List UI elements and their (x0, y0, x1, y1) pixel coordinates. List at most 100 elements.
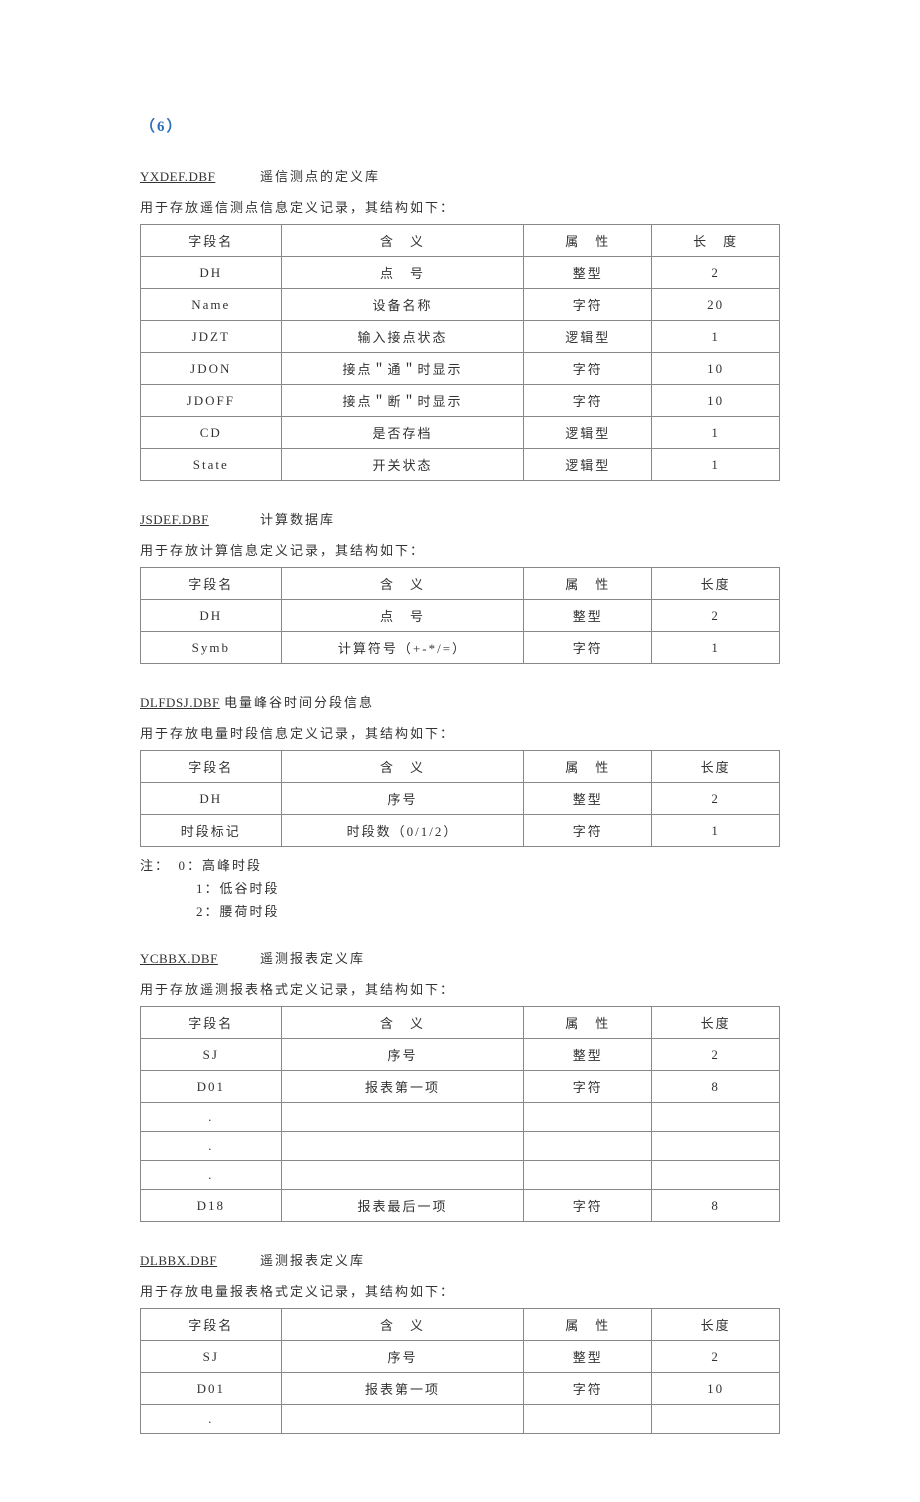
table-cell: 2 (652, 257, 780, 289)
table-cell: 10 (652, 353, 780, 385)
table-header-cell: 字段名 (141, 1007, 282, 1039)
table-cell: JDON (141, 353, 282, 385)
table-cell: 字符 (524, 632, 652, 664)
db-section: YCBBX.DBF遥测报表定义库用于存放遥测报表格式定义记录，其结构如下：字段名… (140, 948, 780, 1222)
table-cell: . (141, 1132, 282, 1161)
table-cell: 开关状态 (281, 449, 524, 481)
db-section: DLFDSJ.DBF 电量峰谷时间分段信息用于存放电量时段信息定义记录，其结构如… (140, 692, 780, 920)
db-table: 字段名含 义属 性长度DH点 号整型2Symb计算符号（+-*/=）字符1 (140, 567, 780, 664)
table-cell: DH (141, 783, 282, 815)
table-cell: 报表最后一项 (281, 1190, 524, 1222)
table-cell: 整型 (524, 1341, 652, 1373)
db-table: 字段名含 义属 性长度SJ序号整型2D01报表第一项字符8...D18报表最后一… (140, 1006, 780, 1222)
table-cell: 2 (652, 783, 780, 815)
db-subtitle: 用于存放电量时段信息定义记录，其结构如下： (140, 723, 780, 742)
table-cell (281, 1405, 524, 1434)
db-description: 遥信测点的定义库 (260, 166, 380, 185)
table-header-row: 字段名含 义属 性长度 (141, 568, 780, 600)
db-title: JSDEF.DBF计算数据库 (140, 509, 780, 528)
db-file-name: YXDEF.DBF (140, 169, 260, 185)
table-header-cell: 字段名 (141, 1309, 282, 1341)
table-cell: . (141, 1405, 282, 1434)
table-row: . (141, 1103, 780, 1132)
table-cell: D18 (141, 1190, 282, 1222)
table-row: SJ序号整型2 (141, 1039, 780, 1071)
table-row: . (141, 1405, 780, 1434)
table-cell: 10 (652, 385, 780, 417)
table-cell: 设备名称 (281, 289, 524, 321)
db-subtitle: 用于存放遥信测点信息定义记录，其结构如下： (140, 197, 780, 216)
db-section: JSDEF.DBF计算数据库用于存放计算信息定义记录，其结构如下：字段名含 义属… (140, 509, 780, 664)
table-cell (524, 1132, 652, 1161)
table-cell: Symb (141, 632, 282, 664)
table-cell (281, 1161, 524, 1190)
table-header-cell: 长度 (652, 568, 780, 600)
table-row: State开关状态逻辑型1 (141, 449, 780, 481)
table-cell: 序号 (281, 783, 524, 815)
table-cell: 字符 (524, 1373, 652, 1405)
db-title: YXDEF.DBF遥信测点的定义库 (140, 166, 780, 185)
table-header-cell: 属 性 (524, 751, 652, 783)
table-cell: 逻辑型 (524, 449, 652, 481)
table-cell: SJ (141, 1341, 282, 1373)
table-header-row: 字段名含 义属 性长度 (141, 1007, 780, 1039)
table-row: DH序号整型2 (141, 783, 780, 815)
db-title: DLBBX.DBF遥测报表定义库 (140, 1250, 780, 1269)
table-cell: 整型 (524, 783, 652, 815)
table-cell: Name (141, 289, 282, 321)
table-row: Symb计算符号（+-*/=）字符1 (141, 632, 780, 664)
table-cell: DH (141, 600, 282, 632)
table-cell: 1 (652, 815, 780, 847)
table-cell (652, 1405, 780, 1434)
db-description: 遥测报表定义库 (260, 948, 365, 967)
table-row: JDON接点＂通＂时显示字符10 (141, 353, 780, 385)
table-cell: 报表第一项 (281, 1373, 524, 1405)
table-cell: 点 号 (281, 257, 524, 289)
table-row: JDZT输入接点状态逻辑型1 (141, 321, 780, 353)
table-header-cell: 含 义 (281, 225, 524, 257)
table-header-cell: 长度 (652, 751, 780, 783)
table-row: DH点 号整型2 (141, 600, 780, 632)
table-header-cell: 字段名 (141, 751, 282, 783)
db-file-name: JSDEF.DBF (140, 512, 260, 528)
table-cell (281, 1132, 524, 1161)
table-header-cell: 字段名 (141, 568, 282, 600)
table-cell (281, 1103, 524, 1132)
db-table: 字段名含 义属 性长度DH序号整型2时段标记时段数（0/1/2）字符1 (140, 750, 780, 847)
table-header-row: 字段名含 义属 性长度 (141, 1309, 780, 1341)
table-cell: 点 号 (281, 600, 524, 632)
table-row: D01报表第一项字符8 (141, 1071, 780, 1103)
table-cell: 序号 (281, 1039, 524, 1071)
table-cell: 计算符号（+-*/=） (281, 632, 524, 664)
table-cell: 2 (652, 1341, 780, 1373)
table-cell: JDOFF (141, 385, 282, 417)
table-cell: 字符 (524, 385, 652, 417)
page-number: （6） (140, 115, 780, 136)
table-cell: 整型 (524, 600, 652, 632)
table-cell: 2 (652, 1039, 780, 1071)
table-cell: . (141, 1103, 282, 1132)
table-cell: 字符 (524, 1071, 652, 1103)
db-table: 字段名含 义属 性长 度DH点 号整型2Name设备名称字符20JDZT输入接点… (140, 224, 780, 481)
db-description: 计算数据库 (260, 509, 335, 528)
table-cell: 10 (652, 1373, 780, 1405)
table-header-cell: 含 义 (281, 568, 524, 600)
note-line: 2：腰荷时段 (140, 901, 780, 920)
table-cell: 8 (652, 1190, 780, 1222)
table-cell (524, 1103, 652, 1132)
table-cell: SJ (141, 1039, 282, 1071)
db-subtitle: 用于存放电量报表格式定义记录，其结构如下： (140, 1281, 780, 1300)
table-cell: 1 (652, 632, 780, 664)
table-header-cell: 长度 (652, 1007, 780, 1039)
table-cell: 20 (652, 289, 780, 321)
table-cell: 整型 (524, 1039, 652, 1071)
table-header-cell: 长度 (652, 1309, 780, 1341)
note-line: 1：低谷时段 (140, 878, 780, 897)
db-description: 电量峰谷时间分段信息 (224, 692, 374, 711)
table-cell: 1 (652, 449, 780, 481)
table-cell: 字符 (524, 1190, 652, 1222)
table-row: JDOFF接点＂断＂时显示字符10 (141, 385, 780, 417)
table-row: CD是否存档逻辑型1 (141, 417, 780, 449)
db-title: DLFDSJ.DBF 电量峰谷时间分段信息 (140, 692, 780, 711)
table-row: . (141, 1161, 780, 1190)
